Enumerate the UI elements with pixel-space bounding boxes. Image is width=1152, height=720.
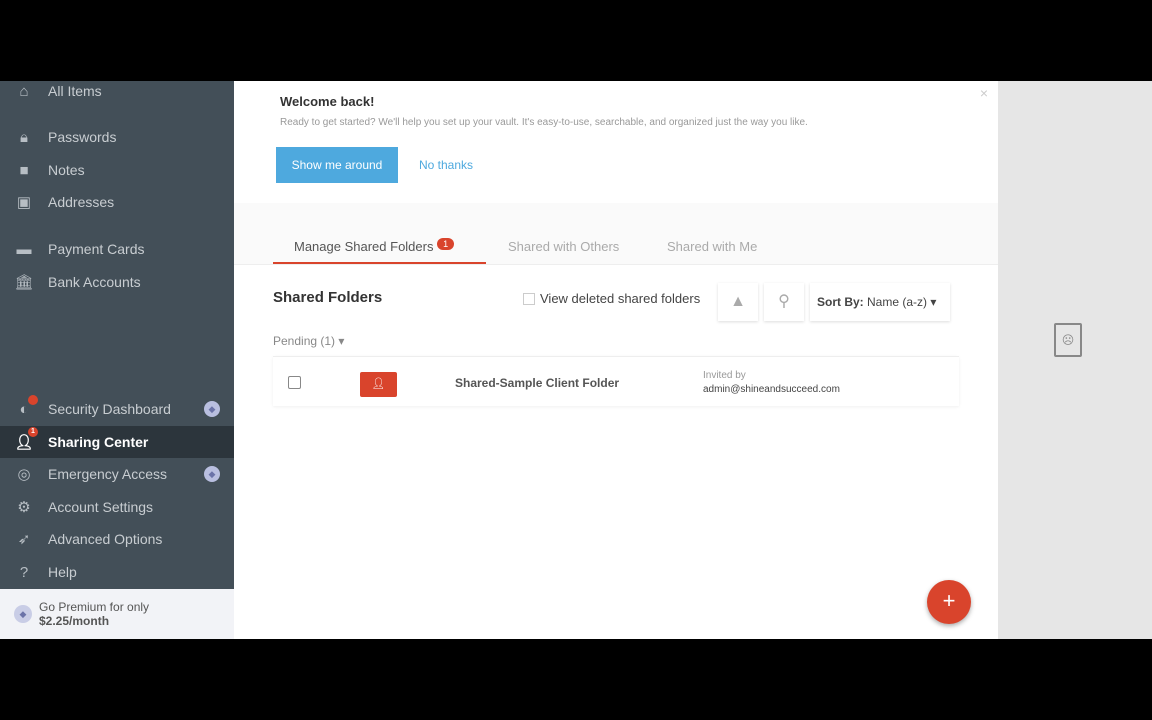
row-checkbox[interactable]: [288, 376, 301, 389]
show-me-around-button[interactable]: Show me around: [276, 147, 398, 183]
welcome-banner: Welcome back! Ready to get started? We'l…: [234, 81, 998, 203]
shared-folder-icon: 👤︎: [360, 372, 397, 397]
label: Bank Accounts: [48, 274, 141, 290]
sharing-icon: 👤︎ 1: [0, 427, 48, 451]
badge: 1: [28, 427, 38, 437]
tab-badge: 1: [437, 238, 455, 250]
go-premium-banner[interactable]: ◆ Go Premium for only $2.25/month: [0, 589, 234, 639]
label: Help: [48, 564, 77, 580]
label: Payment Cards: [48, 241, 145, 257]
tab-bar: [234, 203, 998, 265]
label: Emergency Access: [48, 466, 168, 482]
sidebar-item-all-items[interactable]: ⌂ All Items: [0, 75, 234, 107]
label: Passwords: [48, 129, 117, 145]
sidebar-item-notes[interactable]: ■ Notes: [0, 154, 234, 186]
label: Sharing Center: [48, 434, 149, 450]
premium-gem-icon: ◆: [204, 466, 220, 482]
address-icon: ▣: [16, 194, 32, 211]
search-icon[interactable]: ⚲: [764, 283, 804, 321]
sort-dropdown[interactable]: Sort By: Name (a-z) ▾: [810, 283, 950, 321]
pending-group-toggle[interactable]: Pending (1) ▾: [273, 334, 344, 348]
label: Addresses: [48, 194, 115, 210]
note-icon: ■: [19, 161, 29, 179]
help-icon: ?: [19, 563, 29, 581]
tab-shared-with-others[interactable]: Shared with Others: [508, 239, 619, 254]
welcome-title: Welcome back!: [280, 94, 375, 109]
close-icon[interactable]: ×: [980, 85, 988, 101]
pending-label: Pending (1): [273, 334, 336, 348]
tab-label: Manage Shared Folders: [294, 239, 434, 254]
label: Security Dashboard: [48, 401, 171, 417]
gem-icon: ◆: [14, 605, 32, 623]
sidebar: ⌂ All Items 🔒︎ Passwords ■ Notes ▣ Addresses…: [0, 81, 234, 639]
label: Advanced Options: [48, 531, 163, 547]
active-tab-underline: [273, 262, 486, 264]
sidebar-item-bank-accounts[interactable]: 🏛︎ Bank Accounts: [0, 266, 234, 298]
folder-row[interactable]: 👤︎ Shared-Sample Client Folder Invited b…: [273, 356, 959, 406]
premium-price: $2.25/month: [39, 614, 110, 628]
sidebar-item-advanced-options[interactable]: ➶ Advanced Options: [0, 523, 234, 555]
app: ⌂ All Items 🔒︎ Passwords ■ Notes ▣ Addresses…: [0, 81, 1152, 639]
gear-icon: ⚙: [17, 499, 31, 516]
add-button[interactable]: +: [927, 580, 971, 624]
tab-manage-shared-folders[interactable]: Manage Shared Folders 1: [294, 238, 455, 254]
lifebuoy-icon: ◎: [17, 466, 31, 483]
label: All Items: [48, 83, 102, 99]
home-icon: ⌂: [19, 82, 29, 100]
no-thanks-link[interactable]: No thanks: [419, 158, 473, 172]
card-icon: ▬: [16, 240, 32, 258]
shield-icon: ◐: [0, 394, 48, 418]
checkbox[interactable]: [523, 292, 535, 305]
premium-gem-icon: ◆: [204, 401, 220, 417]
sort-value: Name (a-z): [867, 295, 928, 309]
label: Account Settings: [48, 499, 154, 515]
section-title: Shared Folders: [273, 289, 383, 306]
view-deleted-label: View deleted shared folders: [540, 291, 701, 306]
sort-label: Sort By:: [817, 295, 864, 309]
invited-email: admin@shineandsucceed.com: [703, 384, 840, 395]
premium-text: Go Premium for only: [39, 600, 150, 614]
label: Notes: [48, 162, 85, 178]
main-content: Welcome back! Ready to get started? We'l…: [234, 81, 998, 639]
sidebar-item-payment-cards[interactable]: ▬ Payment Cards: [0, 233, 234, 265]
folder-name[interactable]: Shared-Sample Client Folder: [455, 376, 619, 390]
rocket-icon: ➶: [17, 531, 31, 548]
view-deleted-toggle[interactable]: View deleted shared folders: [523, 291, 700, 306]
sidebar-item-passwords[interactable]: 🔒︎ Passwords: [0, 121, 234, 153]
sidebar-item-help[interactable]: ? Help: [0, 556, 234, 588]
sidebar-item-security-dashboard[interactable]: ◐ Security Dashboard ◆: [0, 393, 234, 425]
bank-icon: 🏛︎: [14, 274, 34, 291]
collapse-all-button[interactable]: ▲: [718, 283, 758, 321]
welcome-subtitle: Ready to get started? We'll help you set…: [280, 117, 808, 128]
lock-icon: 🔒︎: [20, 128, 28, 146]
caret-down-icon: ▾: [930, 295, 937, 309]
sidebar-item-account-settings[interactable]: ⚙ Account Settings: [0, 491, 234, 523]
broken-page-icon: ☹: [1054, 323, 1082, 357]
sidebar-item-emergency-access[interactable]: ◎ Emergency Access ◆: [0, 458, 234, 490]
tab-shared-with-me[interactable]: Shared with Me: [667, 239, 757, 254]
sidebar-item-addresses[interactable]: ▣ Addresses: [0, 186, 234, 218]
sidebar-item-sharing-center[interactable]: 👤︎ 1 Sharing Center: [0, 426, 234, 458]
invited-label: Invited by: [703, 370, 746, 381]
